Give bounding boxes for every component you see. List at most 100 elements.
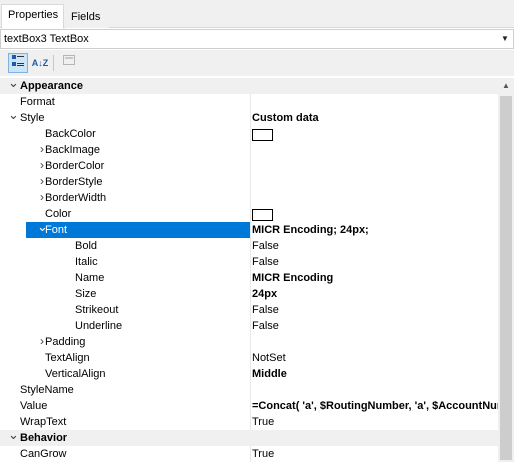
- property-row[interactable]: VerticalAlign Middle: [0, 366, 498, 382]
- property-name: BorderWidth: [45, 192, 107, 204]
- chevron-down-icon[interactable]: ⌄: [8, 78, 19, 89]
- scrollbar-thumb[interactable]: [500, 96, 512, 460]
- alphabetical-button[interactable]: A↓Z: [30, 53, 50, 73]
- property-name: Padding: [45, 336, 86, 348]
- property-name: CanGrow: [20, 448, 67, 460]
- property-name: Name: [75, 272, 105, 284]
- property-name: Value: [20, 400, 48, 412]
- vertical-scrollbar[interactable]: ▲: [498, 78, 514, 462]
- property-name: VerticalAlign: [45, 368, 106, 380]
- property-row[interactable]: BackColor: [0, 126, 498, 142]
- property-name: Size: [75, 288, 97, 300]
- column-divider: [250, 222, 251, 238]
- property-row[interactable]: › BorderColor: [0, 158, 498, 174]
- column-divider: [250, 174, 251, 190]
- property-pages-button[interactable]: [59, 53, 79, 73]
- column-divider: [250, 398, 251, 414]
- property-toolbar: A↓Z: [0, 50, 514, 76]
- chevron-down-icon[interactable]: ▼: [497, 30, 513, 48]
- property-name: Appearance: [20, 80, 83, 92]
- property-row[interactable]: WrapText True: [0, 414, 498, 430]
- property-category[interactable]: ⌄ Behavior: [0, 428, 498, 446]
- column-divider: [250, 318, 251, 334]
- column-divider: [250, 302, 251, 318]
- property-row[interactable]: Value =Concat( 'a', $RoutingNumber, 'a', …: [0, 398, 498, 414]
- column-divider: [250, 382, 251, 398]
- property-name: Font: [45, 224, 68, 236]
- property-value[interactable]: True: [252, 446, 498, 462]
- property-pages-icon: [63, 55, 75, 65]
- chevron-down-icon[interactable]: ⌄: [8, 428, 19, 441]
- property-name: TextAlign: [45, 352, 90, 364]
- property-row[interactable]: Bold False: [0, 238, 498, 254]
- property-name: Bold: [75, 240, 98, 252]
- property-row[interactable]: › BackImage: [0, 142, 498, 158]
- property-row[interactable]: StyleName: [0, 382, 498, 398]
- property-name: StyleName: [20, 384, 74, 396]
- property-value[interactable]: False: [252, 302, 498, 318]
- tab-properties[interactable]: Properties: [1, 4, 64, 29]
- property-value[interactable]: Custom data: [252, 110, 498, 126]
- column-divider: [250, 286, 251, 302]
- column-divider: [250, 190, 251, 206]
- column-divider: [250, 366, 251, 382]
- property-value[interactable]: Middle: [252, 366, 498, 382]
- property-value[interactable]: 24px: [252, 286, 498, 302]
- property-row[interactable]: ⌄ Font MICR Encoding; 24px;: [0, 220, 498, 238]
- property-value[interactable]: False: [252, 318, 498, 334]
- tab-fields[interactable]: Fields: [65, 7, 109, 28]
- property-value[interactable]: =Concat( 'a', $RoutingNumber, 'a', $Acco…: [252, 398, 498, 414]
- property-value[interactable]: MICR Encoding: [252, 270, 498, 286]
- color-swatch[interactable]: [252, 128, 273, 141]
- property-name: Italic: [75, 256, 98, 268]
- property-value[interactable]: True: [252, 414, 498, 430]
- property-value[interactable]: NotSet: [252, 350, 498, 366]
- column-divider: [250, 142, 251, 158]
- property-name: WrapText: [20, 416, 67, 428]
- property-name: BorderColor: [45, 160, 105, 172]
- categorized-icon: [12, 55, 24, 66]
- chevron-down-icon[interactable]: ⌄: [8, 108, 19, 121]
- property-value[interactable]: False: [252, 254, 498, 270]
- object-selector-value: textBox3 TextBox: [4, 33, 89, 45]
- property-row[interactable]: ⌄ Style Custom data: [0, 108, 498, 126]
- property-value[interactable]: [252, 126, 498, 142]
- property-row[interactable]: Format: [0, 94, 498, 110]
- property-row[interactable]: Underline False: [0, 318, 498, 334]
- property-name: Style: [20, 112, 45, 124]
- column-divider: [250, 126, 251, 142]
- property-row[interactable]: › Padding: [0, 334, 498, 350]
- property-row[interactable]: Strikeout False: [0, 302, 498, 318]
- property-row[interactable]: Italic False: [0, 254, 498, 270]
- property-value[interactable]: [252, 206, 498, 222]
- property-row[interactable]: CanGrow True: [0, 446, 498, 462]
- property-value[interactable]: MICR Encoding; 24px;: [252, 222, 498, 238]
- color-swatch[interactable]: [252, 208, 273, 221]
- categorized-button[interactable]: [8, 53, 28, 73]
- column-divider: [250, 334, 251, 350]
- object-selector[interactable]: textBox3 TextBox ▼: [0, 29, 514, 49]
- toolbar-separator: [53, 55, 54, 71]
- column-divider: [250, 94, 251, 110]
- sort-alpha-icon: A↓Z: [31, 58, 49, 68]
- property-name: Strikeout: [75, 304, 119, 316]
- column-divider: [250, 110, 251, 126]
- property-row[interactable]: › BorderStyle: [0, 174, 498, 190]
- property-name: BackImage: [45, 144, 101, 156]
- property-name: Behavior: [20, 432, 68, 444]
- tab-strip: Properties Fields: [0, 0, 514, 29]
- property-row[interactable]: TextAlign NotSet: [0, 350, 498, 366]
- property-grid: ⌄ Appearance Format ⌄ Style Custom data BackCo…: [0, 78, 498, 462]
- property-row[interactable]: Name MICR Encoding: [0, 270, 498, 286]
- property-row[interactable]: Size 24px: [0, 286, 498, 302]
- property-name: BorderStyle: [45, 176, 103, 188]
- property-row[interactable]: Color: [0, 206, 498, 222]
- scroll-up-icon[interactable]: ▲: [498, 78, 514, 94]
- column-divider: [250, 238, 251, 254]
- property-value[interactable]: False: [252, 238, 498, 254]
- property-row[interactable]: › BorderWidth: [0, 190, 498, 206]
- property-name: Underline: [75, 320, 123, 332]
- property-category[interactable]: ⌄ Appearance: [0, 78, 498, 94]
- column-divider: [250, 254, 251, 270]
- column-divider: [250, 414, 251, 430]
